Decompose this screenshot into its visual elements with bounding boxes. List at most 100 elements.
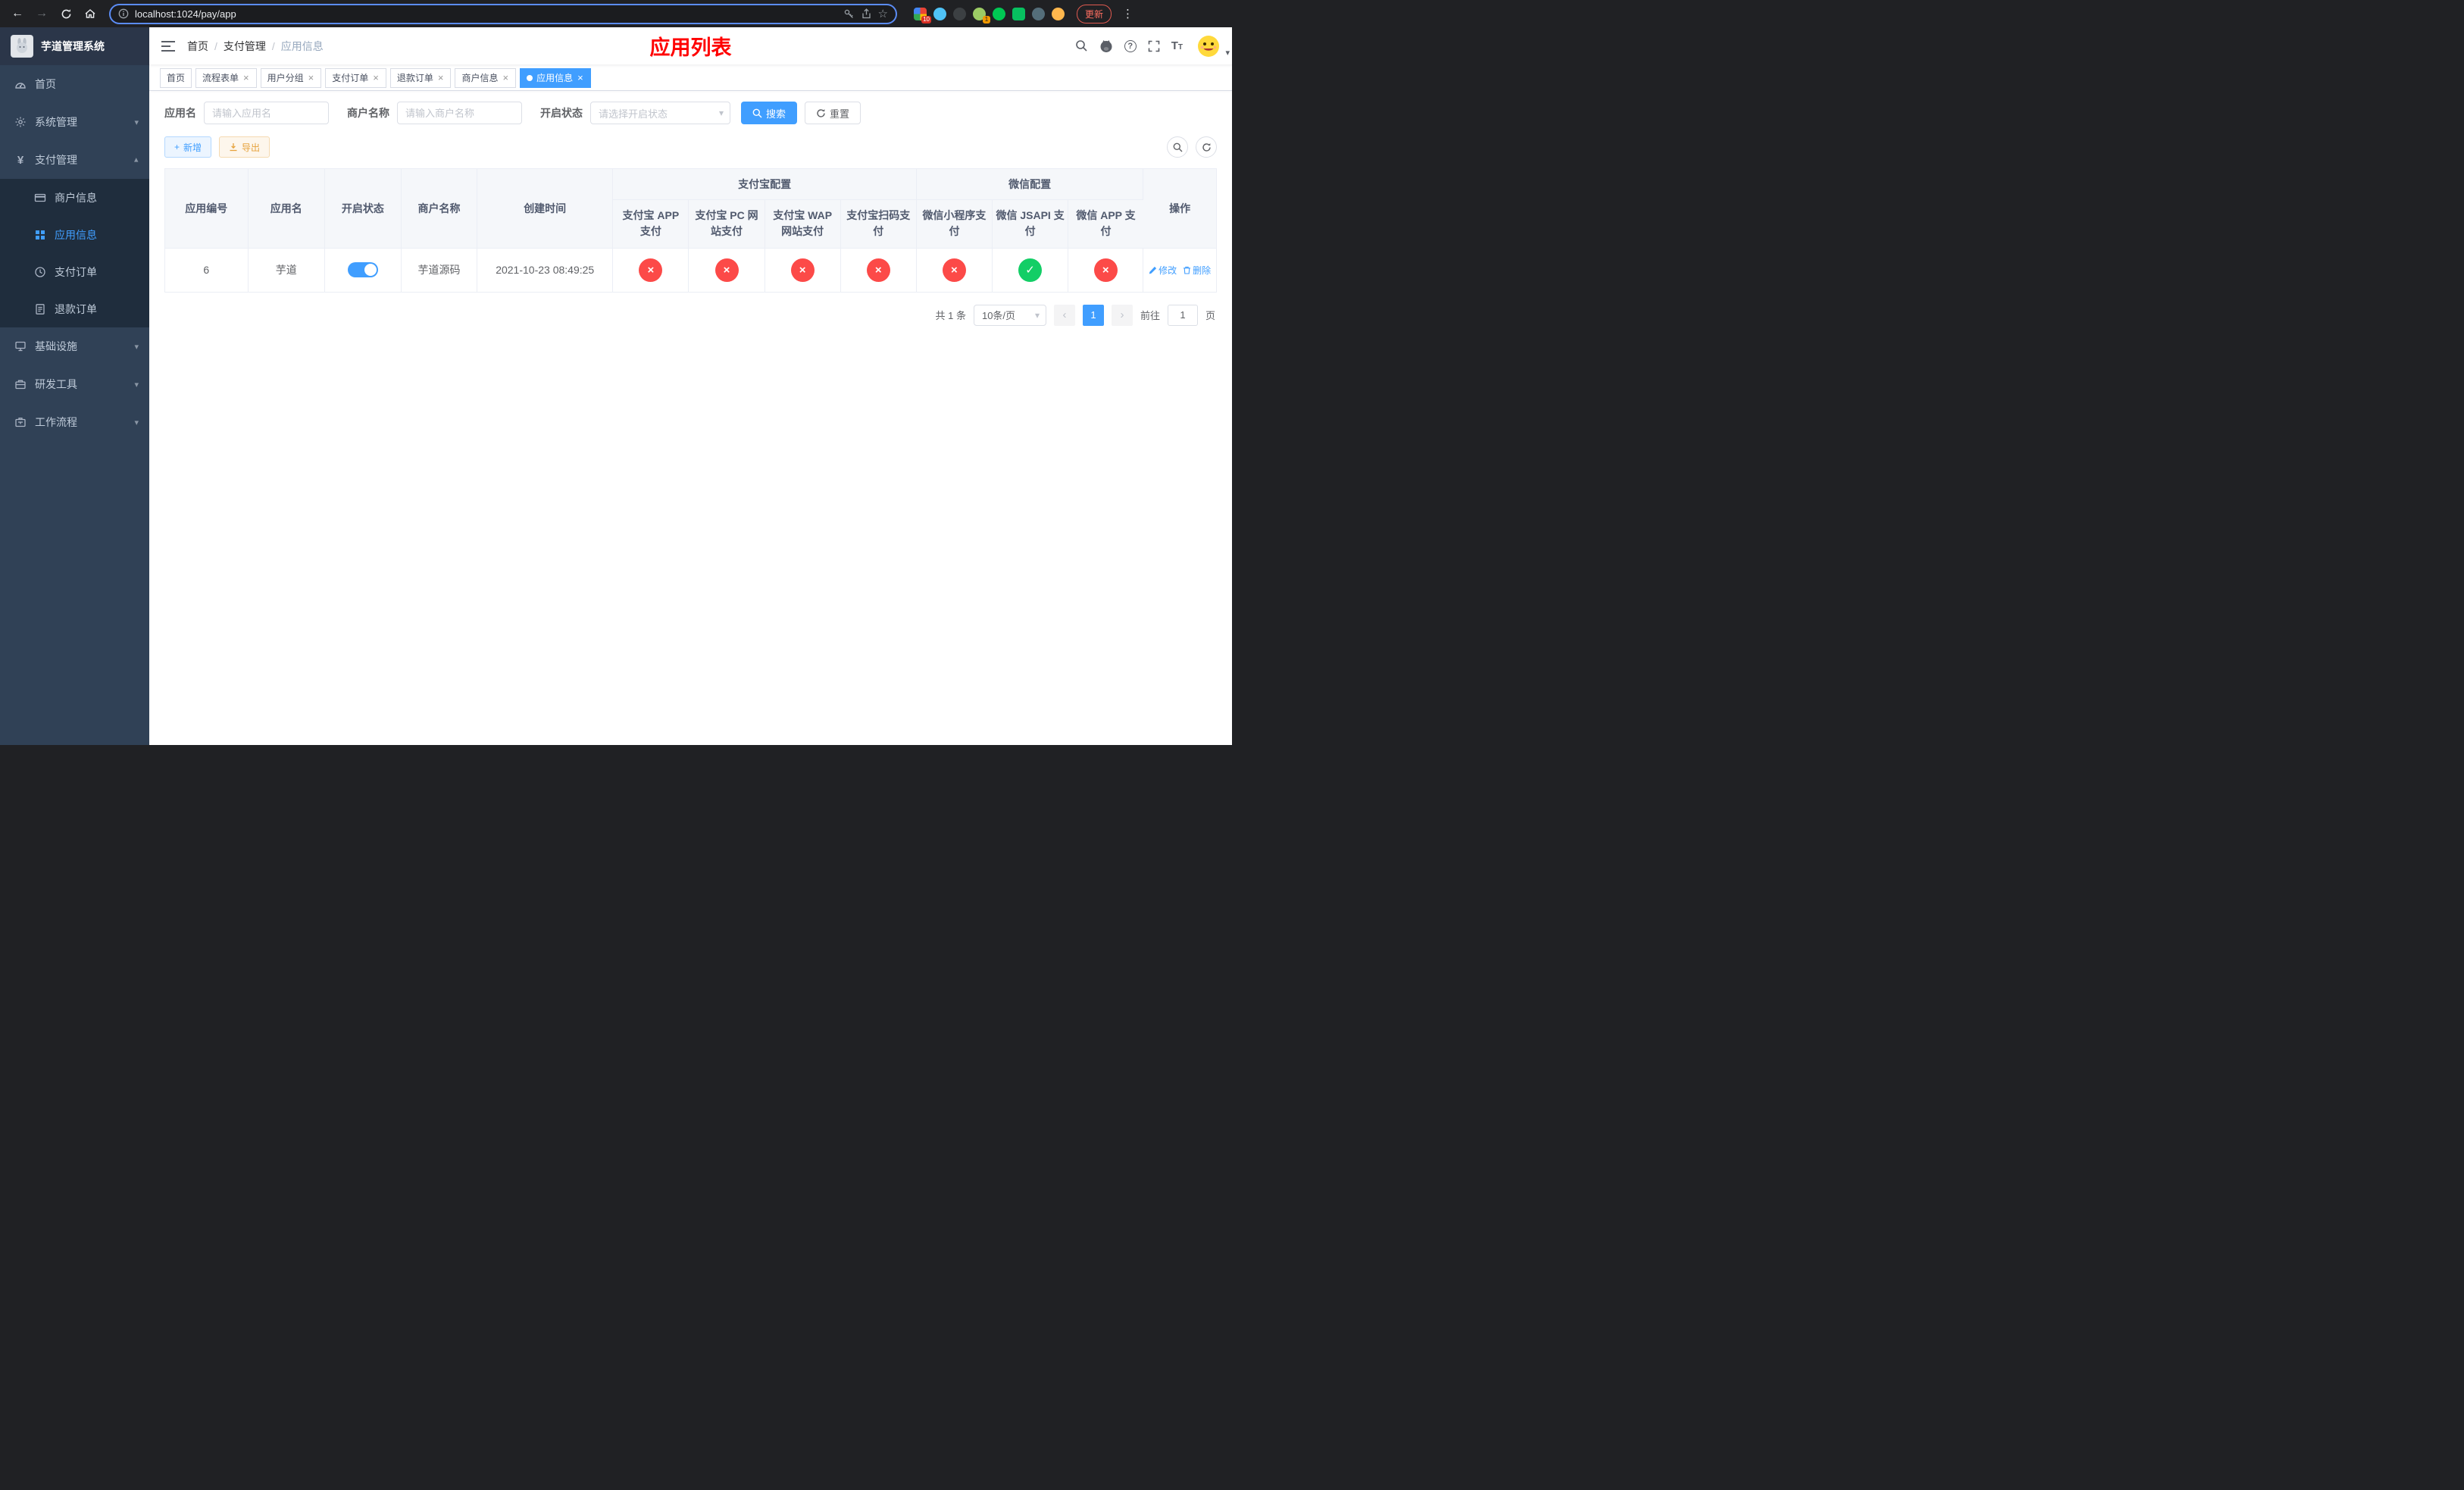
font-size-icon[interactable]: TT <box>1171 39 1183 52</box>
sidebar-item-home[interactable]: 首页 <box>0 65 149 103</box>
status-label: 开启状态 <box>540 107 583 119</box>
cell-alipay-pc: × <box>688 248 765 293</box>
search-button-label: 搜索 <box>766 108 786 120</box>
breadcrumb-payment[interactable]: 支付管理 <box>224 39 266 54</box>
close-icon[interactable]: × <box>577 73 584 83</box>
extension-pin-icon[interactable] <box>1032 7 1045 20</box>
sidebar-item-label: 首页 <box>35 78 56 90</box>
edit-icon <box>1149 266 1157 274</box>
cell-alipay-app: × <box>612 248 689 293</box>
edit-button[interactable]: 修改 <box>1149 264 1177 277</box>
breadcrumb-current: 应用信息 <box>280 39 324 52</box>
browser-menu-icon[interactable]: ⋮ <box>1119 7 1137 20</box>
reset-button[interactable]: 重置 <box>805 102 861 124</box>
extension-avatar-icon[interactable]: 1 <box>973 7 990 23</box>
add-button-label: 新增 <box>183 142 202 153</box>
server-icon <box>14 340 27 352</box>
extension-drop-icon[interactable] <box>933 7 946 20</box>
tab-home[interactable]: 首页 <box>160 67 192 88</box>
prev-page-button[interactable]: ‹ <box>1053 304 1075 326</box>
card-icon <box>33 192 47 204</box>
close-icon[interactable]: × <box>242 73 250 83</box>
sidebar-item-app-info[interactable]: 应用信息 <box>0 216 149 253</box>
close-icon[interactable]: × <box>502 73 509 83</box>
sidebar-item-infrastructure[interactable]: 基础设施 ▾ <box>0 327 149 365</box>
back-icon[interactable]: ← <box>8 4 27 23</box>
content: 应用名 商户名称 开启状态 请选择开启状态 ▾ <box>149 91 1232 745</box>
hamburger-icon[interactable] <box>161 40 175 52</box>
sidebar-item-merchant-info[interactable]: 商户信息 <box>0 179 149 216</box>
search-icon[interactable] <box>1075 39 1088 52</box>
tab-user-group[interactable]: 用户分组 × <box>260 67 322 88</box>
user-avatar[interactable]: ▾ <box>1197 35 1230 58</box>
fullscreen-icon[interactable] <box>1148 40 1160 52</box>
next-page-button[interactable]: › <box>1111 304 1133 326</box>
sidebar-item-pay-order[interactable]: 支付订单 <box>0 253 149 290</box>
github-icon[interactable] <box>1099 39 1113 53</box>
tab-pay-order[interactable]: 支付订单 × <box>325 67 386 88</box>
breadcrumb: 首页 / 支付管理 / 应用信息 <box>187 39 324 54</box>
search-button[interactable]: 搜索 <box>741 102 798 124</box>
status-toggle[interactable] <box>347 262 378 277</box>
extension-chat-icon[interactable] <box>1012 7 1025 20</box>
address-bar[interactable]: localhost:1024/pay/app ☆ <box>109 3 897 24</box>
tab-app-info[interactable]: 应用信息 × <box>520 67 591 88</box>
sidebar-item-refund-order[interactable]: 退款订单 <box>0 290 149 327</box>
add-button[interactable]: + 新增 <box>164 136 212 158</box>
status-select[interactable]: 请选择开启状态 ▾ <box>590 102 730 124</box>
chevron-down-icon[interactable]: ▾ <box>1225 48 1230 58</box>
extension-dark-icon[interactable] <box>953 7 966 20</box>
sidebar-item-label: 退款订单 <box>55 302 97 315</box>
goto-page-input[interactable] <box>1167 304 1198 326</box>
browser-update-button[interactable]: 更新 <box>1077 4 1112 23</box>
chevron-down-icon: ▾ <box>134 342 139 352</box>
cell-merchant: 芋道源码 <box>401 248 478 293</box>
gear-icon <box>14 116 27 128</box>
col-alipay-app: 支付宝 APP 支付 <box>612 199 689 249</box>
merchant-name-input[interactable] <box>397 102 522 124</box>
sidebar-item-workflow[interactable]: 工作流程 ▾ <box>0 403 149 441</box>
sidebar-item-dev-tools[interactable]: 研发工具 ▾ <box>0 365 149 403</box>
sidebar-item-system[interactable]: 系统管理 ▾ <box>0 103 149 141</box>
home-icon[interactable] <box>80 4 100 23</box>
extension-apps-icon[interactable]: 10 <box>914 7 931 23</box>
sidebar-item-payment[interactable]: ¥ 支付管理 ▾ <box>0 141 149 179</box>
breadcrumb-home[interactable]: 首页 <box>187 39 208 54</box>
help-icon[interactable]: ? <box>1124 39 1137 52</box>
extension-orange-avatar-icon[interactable] <box>1052 7 1065 20</box>
logo[interactable]: 芋道管理系统 <box>0 27 149 65</box>
col-app-name: 应用名 <box>248 169 325 249</box>
app-title: 芋道管理系统 <box>41 40 105 52</box>
toggle-search-button[interactable] <box>1167 136 1188 158</box>
document-icon <box>33 303 47 315</box>
tab-refund-order[interactable]: 退款订单 × <box>389 67 452 88</box>
app-name-input[interactable] <box>204 102 329 124</box>
dashboard-icon <box>14 78 27 90</box>
extension-green-icon[interactable] <box>993 7 1005 20</box>
sidebar-item-label: 应用信息 <box>55 228 97 241</box>
chevron-down-icon: ▾ <box>134 117 139 127</box>
extensions-area: 10 1 <box>914 7 1065 23</box>
refresh-table-button[interactable] <box>1196 136 1217 158</box>
page-number-active[interactable]: 1 <box>1082 304 1104 326</box>
close-icon[interactable]: × <box>308 73 315 83</box>
page-size-select[interactable]: 10条/页 ▾ <box>973 304 1046 326</box>
url-text[interactable]: localhost:1024/pay/app <box>135 8 837 20</box>
tab-flow-form[interactable]: 流程表单 × <box>195 67 257 88</box>
delete-button[interactable]: 删除 <box>1183 264 1211 277</box>
sidebar-item-label: 系统管理 <box>35 116 77 128</box>
bookmark-star-icon[interactable]: ☆ <box>878 7 888 20</box>
export-button[interactable]: 导出 <box>219 136 270 158</box>
extension-badge: 10 <box>921 15 931 23</box>
merchant-name-label: 商户名称 <box>347 107 389 119</box>
share-icon[interactable] <box>861 8 872 20</box>
info-icon[interactable] <box>118 8 129 19</box>
close-icon[interactable]: × <box>372 73 380 83</box>
reload-icon[interactable] <box>56 4 76 23</box>
forward-icon[interactable]: → <box>32 4 52 23</box>
password-key-icon[interactable] <box>843 8 855 20</box>
chevron-down-icon: ▾ <box>134 380 139 390</box>
close-icon[interactable]: × <box>437 73 445 83</box>
font-large-glyph: T <box>1171 39 1178 52</box>
tab-merchant-info[interactable]: 商户信息 × <box>455 67 517 88</box>
